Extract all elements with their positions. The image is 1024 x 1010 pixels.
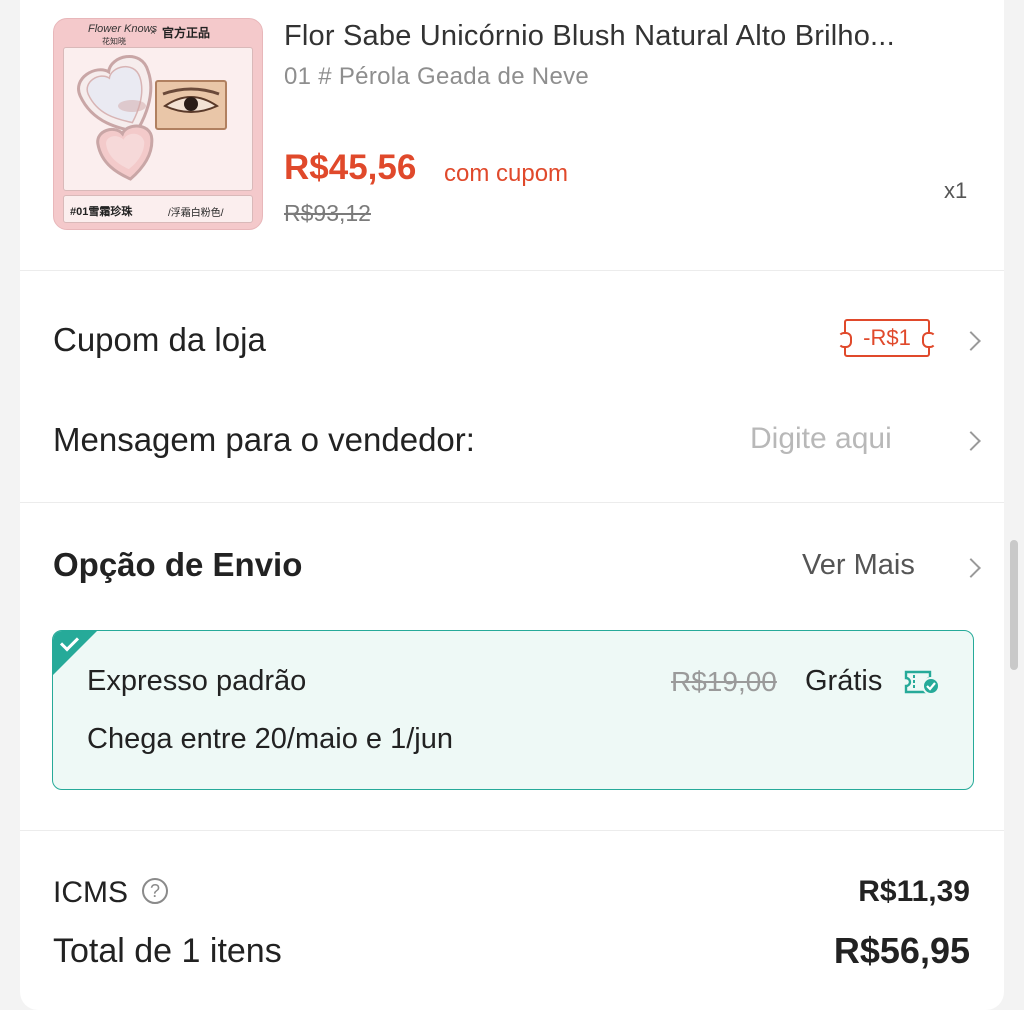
chevron-right-icon[interactable] <box>961 331 981 351</box>
shade-name: /浮霜白粉色/ <box>168 208 224 219</box>
shipping-original-cost: R$19,00 <box>671 666 777 697</box>
divider <box>20 270 1004 271</box>
official-label: 官方正品 <box>162 26 211 40</box>
total-label: Total de 1 itens <box>53 932 282 970</box>
chevron-right-icon[interactable] <box>961 558 981 578</box>
store-coupon-label: Cupom da loja <box>53 321 266 358</box>
divider <box>20 502 1004 503</box>
scrollbar[interactable] <box>1010 540 1018 670</box>
brand-logo-text: Flower Knows <box>88 23 158 35</box>
delivery-estimate: Chega entre 20/maio e 1/jun <box>87 723 453 755</box>
product-image[interactable]: Flower Knows 花知晓 × 官方正品 #01雪霜珍珠 /浮霜白粉色/ <box>53 18 263 230</box>
brand-logo-cn: 花知晓 <box>102 37 126 46</box>
brand-cross: × <box>150 27 156 38</box>
coupon-badge[interactable]: -R$1 <box>838 319 936 357</box>
seller-message-input[interactable]: Digite aqui <box>750 422 892 456</box>
help-icon[interactable]: ? <box>142 878 168 904</box>
product-quantity: x1 <box>944 178 968 203</box>
free-shipping-voucher-icon <box>904 670 940 695</box>
divider <box>20 830 1004 831</box>
chevron-right-icon[interactable] <box>961 431 981 451</box>
shade-caption: #01雪霜珍珠 /浮霜白粉色/ <box>63 195 253 223</box>
product-variant: 01 # Pérola Geada de Neve <box>284 63 590 90</box>
shipping-method-name: Expresso padrão <box>87 665 307 697</box>
shipping-option-title: Opção de Envio <box>53 546 303 583</box>
icms-value: R$11,39 <box>858 875 970 908</box>
shipping-see-more-link[interactable]: Ver Mais <box>802 549 915 582</box>
shade-code: #01雪霜珍珠 <box>70 206 133 218</box>
total-value: R$56,95 <box>833 930 970 971</box>
product-price: R$45,56 <box>284 148 417 187</box>
product-title[interactable]: Flor Sabe Unicórnio Blush Natural Alto B… <box>284 20 974 53</box>
shipping-cost: Grátis <box>805 665 883 697</box>
price-coupon-note: com cupom <box>444 160 569 187</box>
icms-label: ICMS <box>53 876 128 909</box>
seller-message-label: Mensagem para o vendedor: <box>53 421 475 458</box>
shipping-option-card[interactable]: Expresso padrão Chega entre 20/maio e 1/… <box>52 630 974 790</box>
product-original-price: R$93,12 <box>284 200 371 226</box>
eye-swatch-photo <box>155 80 227 130</box>
order-item-card: Flower Knows 花知晓 × 官方正品 #01雪霜珍珠 /浮霜白粉色/ … <box>20 0 1004 1010</box>
